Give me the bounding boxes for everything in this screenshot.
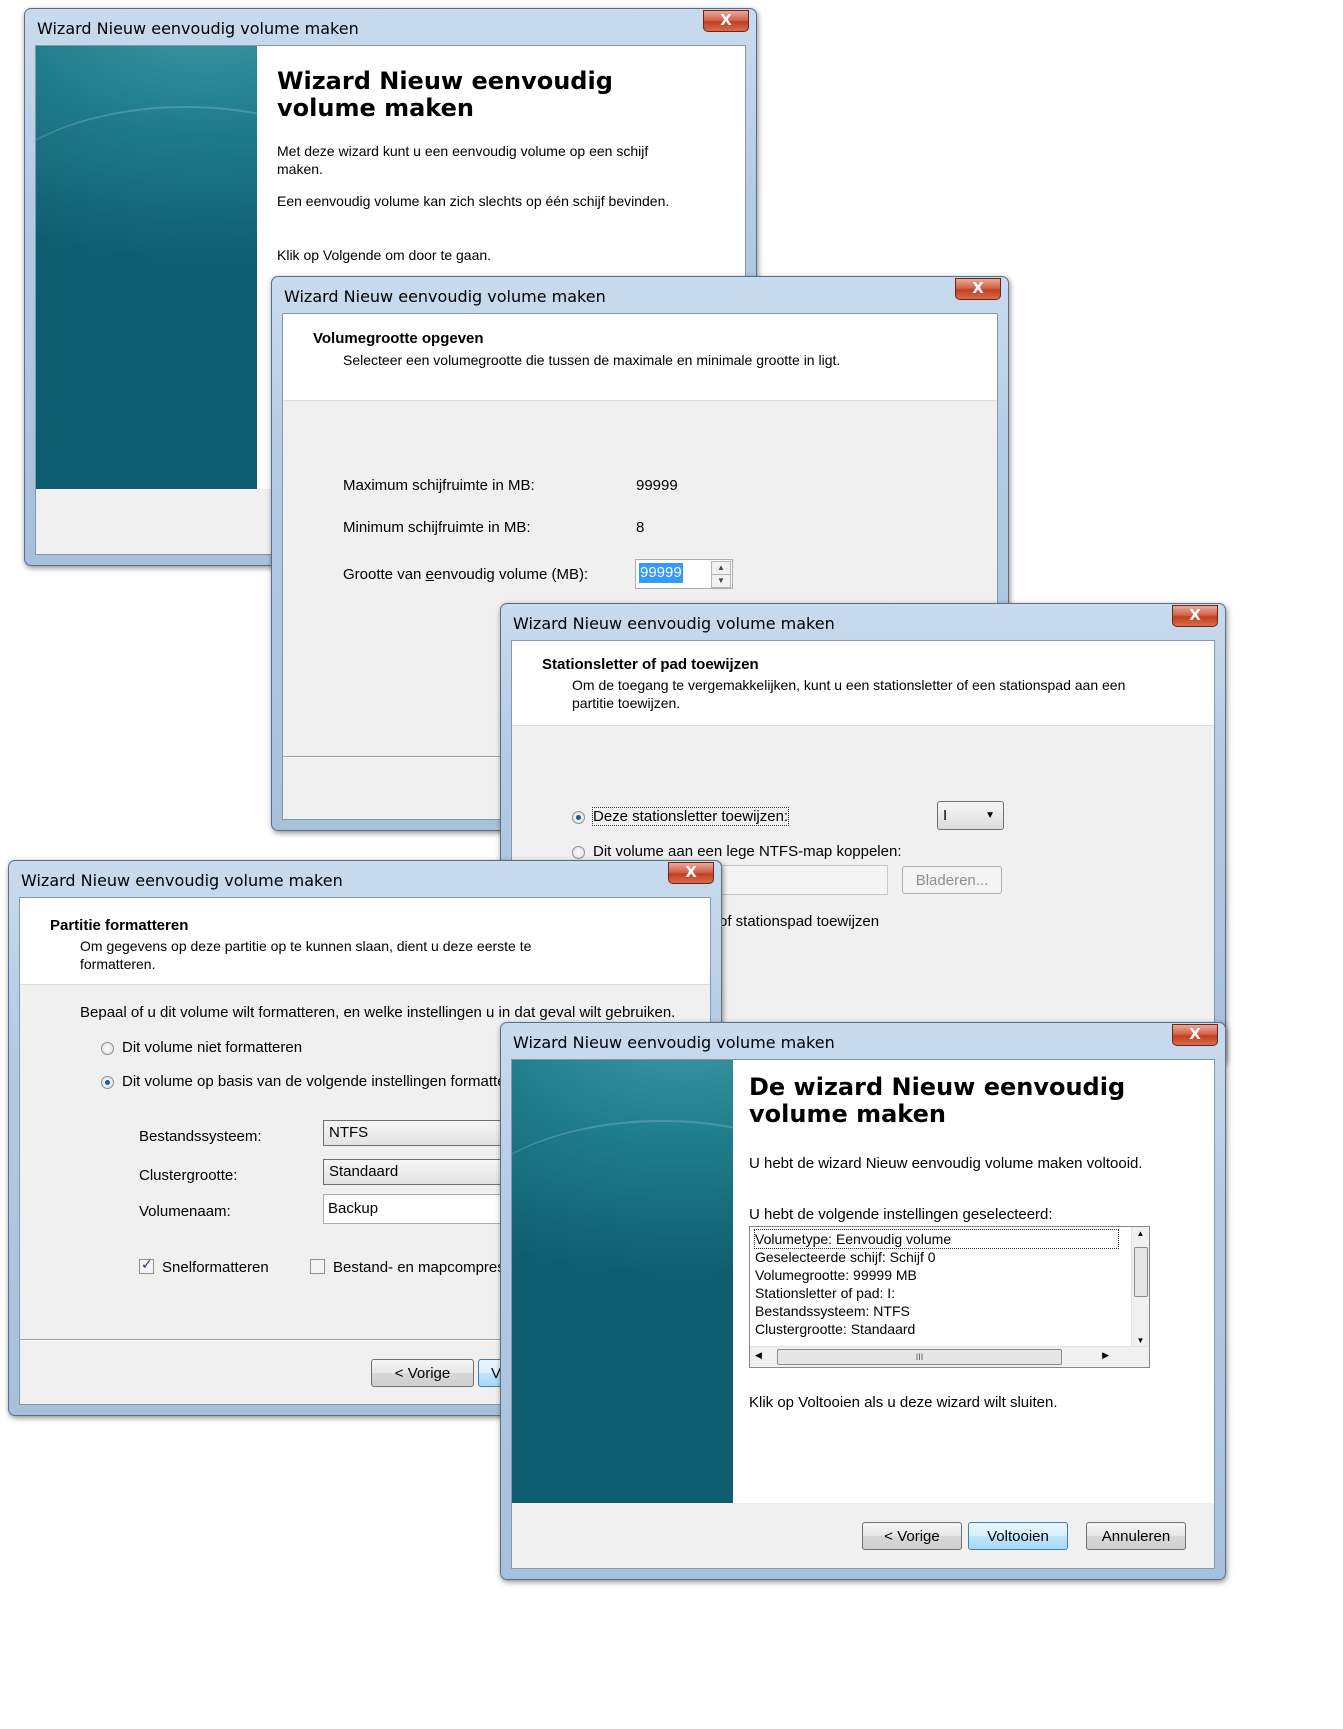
no-format-label[interactable]: Dit volume niet formatteren	[122, 1039, 302, 1056]
volume-size-spinner[interactable]: 99999 ▲ ▼	[635, 559, 733, 589]
volume-size-label-pre: Grootte van	[343, 566, 426, 583]
page-title: Stationsletter of pad toewijzen	[542, 656, 759, 673]
volume-size-input[interactable]: 99999	[639, 563, 683, 583]
cluster-size-label: Clustergrootte:	[139, 1167, 238, 1184]
h-scroll-thumb[interactable]: III	[777, 1349, 1062, 1365]
cluster-size-value: Standaard	[329, 1163, 399, 1180]
scroll-down-icon[interactable]: ▼	[1132, 1336, 1149, 1345]
title-bar[interactable]: Wizard Nieuw eenvoudig volume maken X	[25, 9, 756, 45]
wizard-client-area: De wizard Nieuw eenvoudig volume maken U…	[511, 1059, 1215, 1569]
back-button[interactable]: < Vorige	[862, 1522, 962, 1550]
close-button[interactable]: X	[1172, 605, 1218, 627]
max-space-label: Maximum schijfruimte in MB:	[343, 477, 535, 494]
spin-down-button[interactable]: ▼	[711, 574, 731, 588]
wizard-header: Stationsletter of pad toewijzen Om de to…	[512, 641, 1214, 726]
settings-item: Bestandssysteem: NTFS	[755, 1303, 910, 1319]
title-bar[interactable]: Wizard Nieuw eenvoudig volume maken X	[501, 604, 1225, 640]
chevron-down-icon: ▼	[985, 810, 995, 821]
browse-button[interactable]: Bladeren...	[902, 866, 1002, 894]
format-instruction: Bepaal of u dit volume wilt formatteren,…	[80, 1004, 676, 1021]
settings-item: Clustergrootte: Standaard	[755, 1321, 916, 1337]
page-title: Partitie formatteren	[50, 917, 189, 934]
page-subtitle: Selecteer een volumegrootte die tussen d…	[343, 352, 841, 368]
settings-item: Geselecteerde schijf: Schijf 0	[755, 1249, 936, 1265]
quick-format-checkbox[interactable]	[139, 1257, 154, 1274]
close-button[interactable]: X	[703, 10, 749, 32]
close-icon: X	[972, 279, 984, 297]
window-title: Wizard Nieuw eenvoudig volume maken	[21, 871, 343, 890]
finish-close-text: Klik op Voltooien als u deze wizard wilt…	[749, 1394, 1058, 1411]
title-bar[interactable]: Wizard Nieuw eenvoudig volume maken X	[272, 277, 1008, 313]
scroll-up-icon[interactable]: ▲	[1132, 1229, 1149, 1238]
spin-up-button[interactable]: ▲	[711, 561, 731, 575]
close-button[interactable]: X	[1172, 1024, 1218, 1046]
finish-done-text: U hebt de wizard Nieuw eenvoudig volume …	[749, 1155, 1143, 1172]
scroll-grip-icon: III	[915, 1352, 924, 1362]
horizontal-scrollbar[interactable]: ◀ III ▶	[750, 1346, 1149, 1367]
volume-name-label: Volumenaam:	[139, 1203, 231, 1220]
format-label[interactable]: Dit volume op basis van de volgende inst…	[122, 1073, 531, 1090]
wizard-header: Partitie formatteren Om gegevens op deze…	[20, 898, 710, 985]
wizard-content-panel: De wizard Nieuw eenvoudig volume maken U…	[733, 1060, 1214, 1503]
close-button[interactable]: X	[668, 862, 714, 884]
close-icon: X	[685, 863, 697, 881]
welcome-text-2: Een eenvoudig volume kan zich slechts op…	[277, 193, 670, 209]
scroll-thumb[interactable]	[1134, 1247, 1148, 1297]
close-icon: X	[720, 11, 732, 29]
min-space-label: Minimum schijfruimte in MB:	[343, 519, 531, 536]
finish-settings-intro: U hebt de volgende instellingen geselect…	[749, 1206, 1053, 1223]
volume-size-label: Grootte van eenvoudig volume (MB):	[343, 566, 588, 583]
title-bar[interactable]: Wizard Nieuw eenvoudig volume maken X	[9, 861, 721, 897]
mount-folder-radio[interactable]	[572, 846, 585, 859]
title-bar[interactable]: Wizard Nieuw eenvoudig volume maken X	[501, 1023, 1225, 1059]
min-space-value: 8	[636, 519, 645, 536]
cancel-button[interactable]: Annuleren	[1086, 1522, 1186, 1550]
close-icon: X	[1189, 606, 1201, 624]
drive-letter-combo[interactable]: I ▼	[937, 801, 1004, 830]
compression-checkbox[interactable]	[310, 1259, 325, 1274]
page-subtitle: Om gegevens op deze partitie op te kunne…	[80, 938, 532, 972]
scroll-right-icon[interactable]: ▶	[1102, 1350, 1109, 1361]
settings-item: Volumegrootte: 99999 MB	[755, 1267, 917, 1283]
no-format-radio[interactable]	[101, 1042, 114, 1055]
filesystem-value: NTFS	[329, 1124, 369, 1141]
no-letter-label-partial: of stationspad toewijzen	[719, 913, 880, 930]
welcome-text-1: Met deze wizard kunt u een eenvoudig vol…	[277, 143, 649, 177]
wizard-side-banner	[36, 46, 257, 489]
assign-letter-label[interactable]: Deze stationsletter toewijzen:	[591, 807, 790, 826]
window-title: Wizard Nieuw eenvoudig volume maken	[513, 1033, 835, 1052]
window-title: Wizard Nieuw eenvoudig volume maken	[513, 614, 835, 633]
close-icon: X	[1189, 1025, 1201, 1043]
wizard-finish-window: Wizard Nieuw eenvoudig volume maken X De…	[500, 1022, 1226, 1580]
assign-letter-radio[interactable]	[572, 811, 585, 824]
quick-format-label[interactable]: Snelformatteren	[162, 1259, 269, 1276]
filesystem-label: Bestandssysteem:	[139, 1128, 262, 1145]
finish-button[interactable]: Voltooien	[968, 1522, 1068, 1550]
volume-size-label-accel: e	[425, 566, 434, 583]
settings-item: Stationsletter of pad: I:	[755, 1285, 896, 1301]
vertical-scrollbar[interactable]: ▲ ▼	[1131, 1227, 1149, 1347]
close-button[interactable]: X	[955, 278, 1001, 300]
back-button[interactable]: < Vorige	[371, 1359, 474, 1387]
page-title: Volumegrootte opgeven	[313, 330, 484, 347]
settings-item: Volumetype: Eenvoudig volume	[754, 1229, 1119, 1249]
window-title: Wizard Nieuw eenvoudig volume maken	[37, 19, 359, 38]
drive-letter-value: I	[943, 807, 948, 824]
window-title: Wizard Nieuw eenvoudig volume maken	[284, 287, 606, 306]
finish-heading: De wizard Nieuw eenvoudig volume maken	[749, 1073, 1126, 1128]
mount-folder-label[interactable]: Dit volume aan een lege NTFS-map koppele…	[593, 843, 902, 860]
wizard-side-banner	[512, 1060, 733, 1503]
volume-size-label-post: envoudig volume (MB):	[433, 566, 589, 583]
wizard-header: Volumegrootte opgeven Selecteer een volu…	[283, 314, 997, 401]
settings-listbox[interactable]: Volumetype: Eenvoudig volume Geselecteer…	[749, 1226, 1150, 1368]
page-subtitle: Om de toegang te vergemakkelijken, kunt …	[572, 677, 1126, 711]
welcome-heading: Wizard Nieuw eenvoudig volume maken	[277, 67, 613, 122]
format-radio[interactable]	[101, 1076, 114, 1089]
max-space-value: 99999	[636, 477, 678, 494]
welcome-text-3: Klik op Volgende om door te gaan.	[277, 247, 492, 263]
scroll-left-icon[interactable]: ◀	[755, 1350, 762, 1361]
